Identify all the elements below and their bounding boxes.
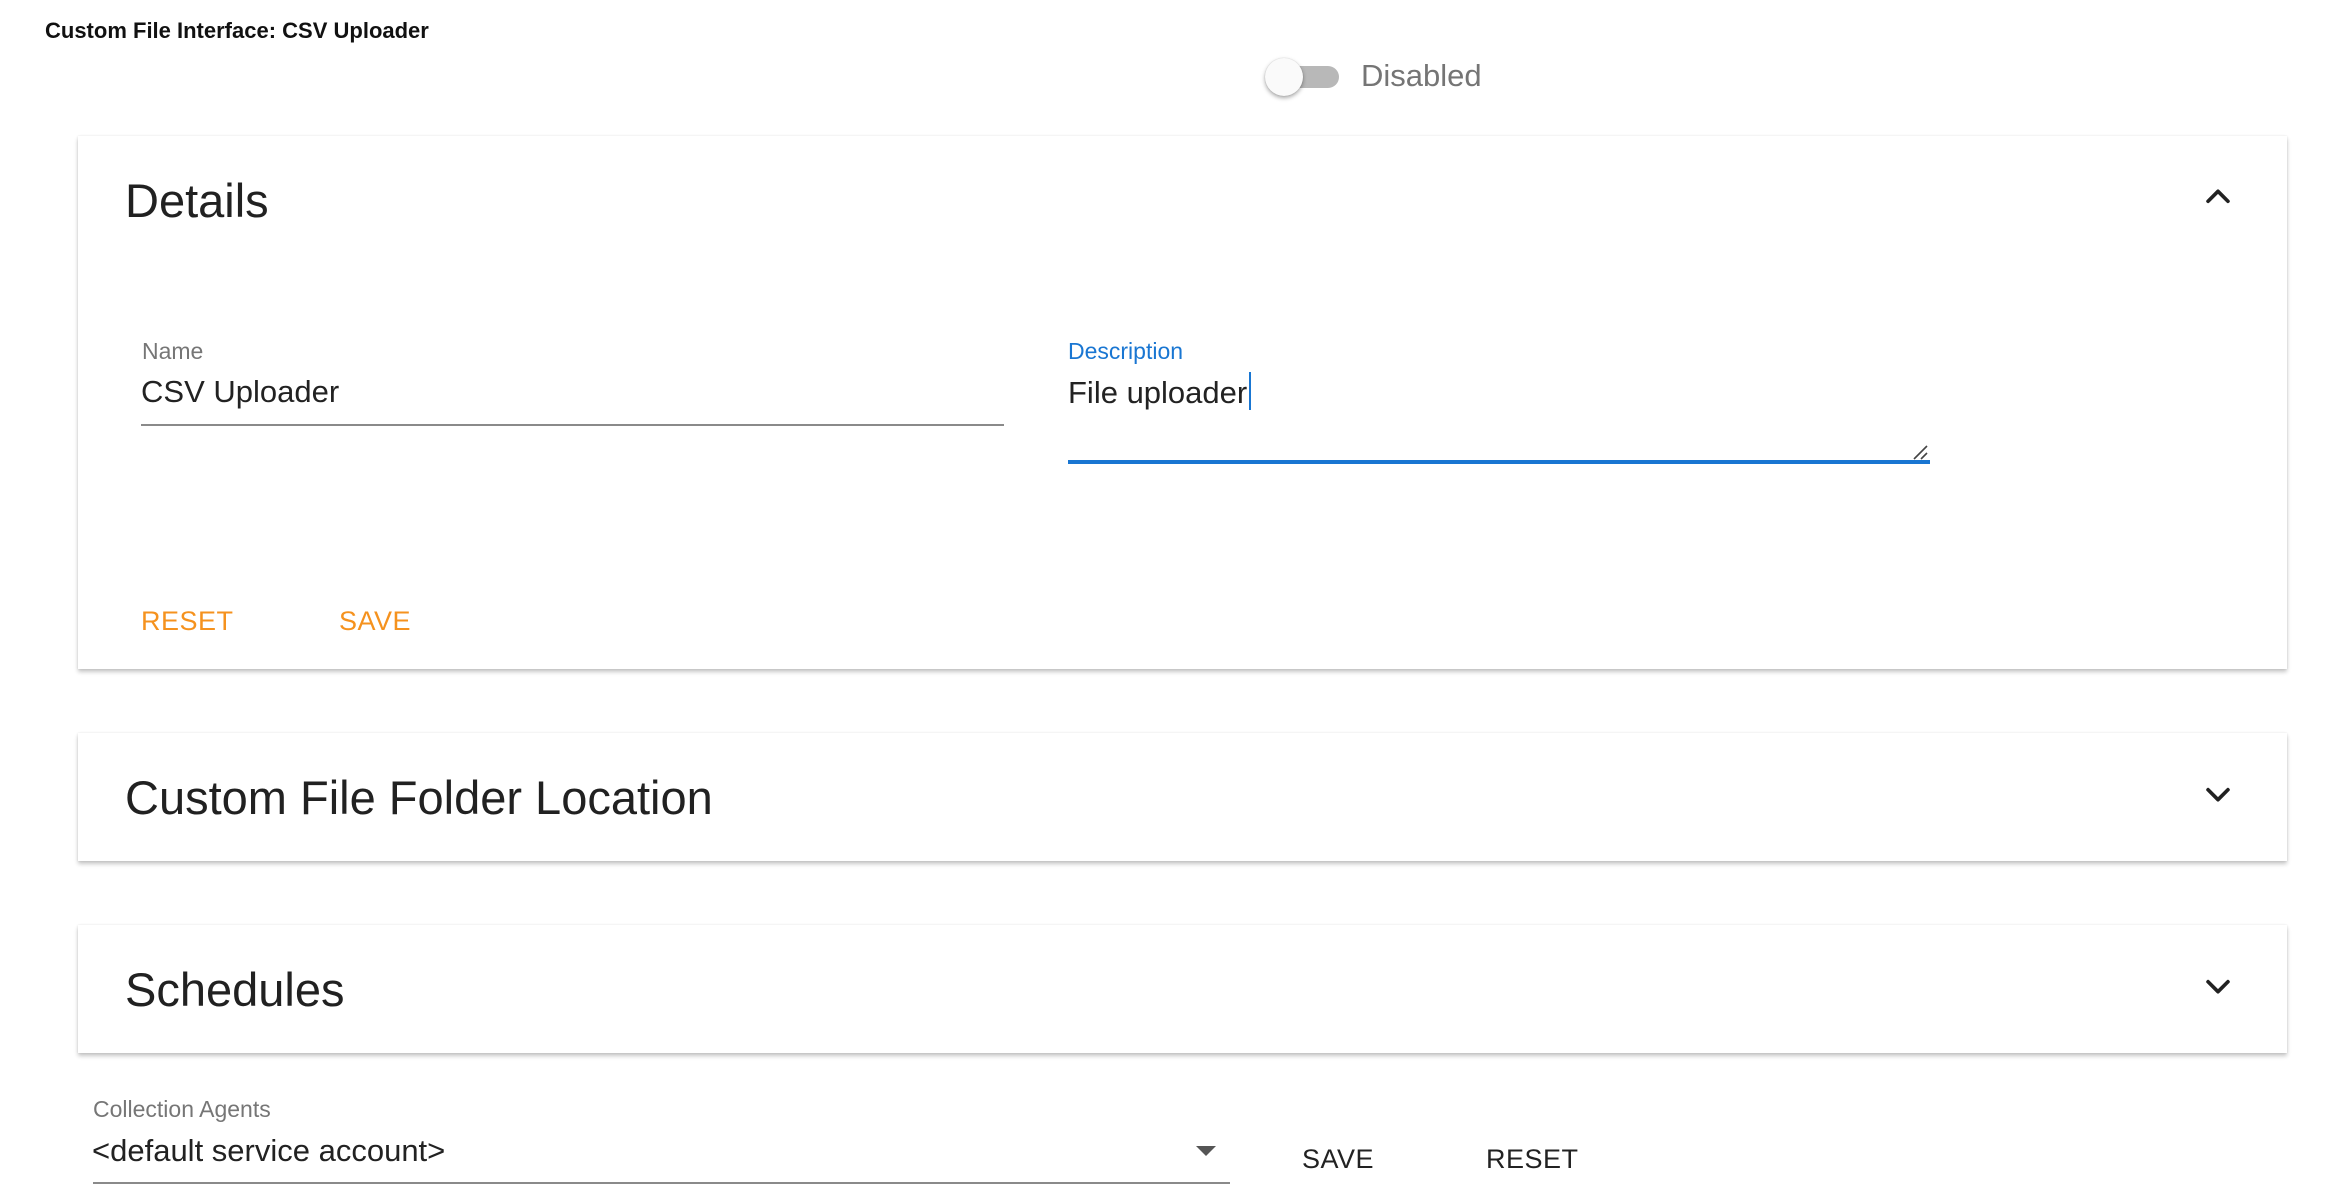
description-field-label: Description (1068, 338, 1184, 364)
collection-agents-select[interactable]: <default service account> (92, 1131, 1212, 1171)
chevron-up-icon[interactable] (2201, 180, 2235, 214)
text-caret (1249, 372, 1252, 410)
collection-agents-selected-value: <default service account> (92, 1133, 446, 1168)
dropdown-arrow-icon[interactable] (1196, 1146, 1216, 1156)
description-textarea[interactable]: File uploader (1068, 373, 1928, 413)
collection-agents-underline (93, 1182, 1230, 1184)
status-toggle[interactable]: Disabled (1265, 58, 1482, 96)
name-field-label: Name (142, 338, 204, 364)
toggle-switch[interactable] (1265, 58, 1341, 96)
folder-location-panel-title: Custom File Folder Location (125, 771, 713, 824)
schedules-panel-title: Schedules (125, 963, 345, 1016)
resize-grip-icon[interactable] (1912, 444, 1928, 460)
collection-agents-label: Collection Agents (93, 1096, 271, 1122)
folder-location-panel-header[interactable]: Custom File Folder Location (78, 733, 2287, 861)
details-panel: Details Name Description File uploader R… (78, 136, 2287, 669)
toggle-status-label: Disabled (1361, 58, 1482, 93)
details-save-button[interactable]: SAVE (339, 606, 411, 637)
description-value: File uploader (1068, 375, 1248, 410)
name-input[interactable] (141, 372, 1001, 412)
details-reset-button[interactable]: RESET (141, 606, 234, 637)
folder-location-panel: Custom File Folder Location (78, 733, 2287, 861)
toggle-knob[interactable] (1265, 58, 1303, 96)
description-field-underline (1068, 460, 1930, 464)
collection-agents-save-button[interactable]: SAVE (1302, 1144, 1374, 1175)
name-field-underline (141, 424, 1004, 426)
page-title: Custom File Interface: CSV Uploader (45, 18, 429, 43)
details-panel-header[interactable]: Details (78, 136, 2287, 264)
details-panel-title: Details (125, 174, 269, 227)
schedules-panel: Schedules (78, 925, 2287, 1053)
collection-agents-reset-button[interactable]: RESET (1486, 1144, 1579, 1175)
chevron-down-icon[interactable] (2201, 777, 2235, 811)
schedules-panel-header[interactable]: Schedules (78, 925, 2287, 1053)
chevron-down-icon[interactable] (2201, 969, 2235, 1003)
